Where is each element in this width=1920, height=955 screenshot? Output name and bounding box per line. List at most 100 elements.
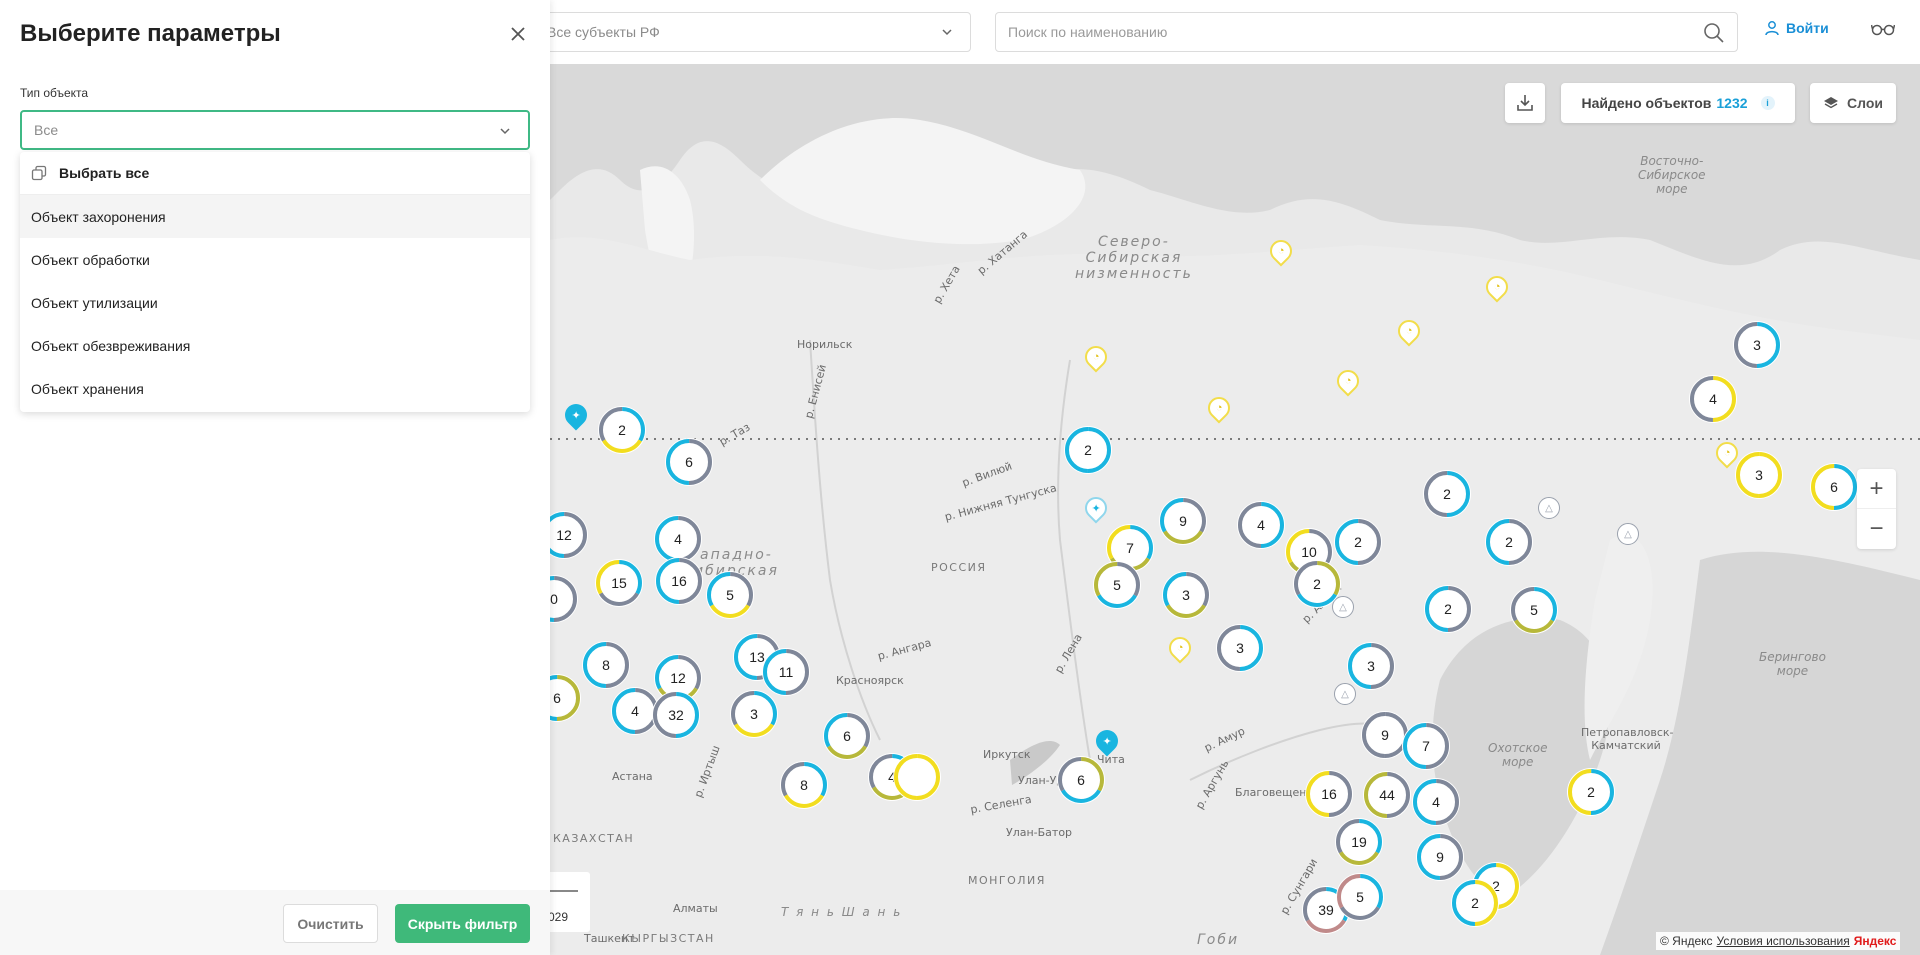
accessibility-glasses-icon[interactable] — [1871, 22, 1895, 36]
cluster[interactable]: 3 — [730, 690, 778, 738]
cluster[interactable]: 4 — [1412, 778, 1460, 826]
option-processing[interactable]: Объект обработки — [20, 238, 530, 281]
yandex-logo[interactable]: Яндекс — [1854, 934, 1897, 948]
select-all-label: Выбрать все — [59, 165, 150, 181]
chevron-down-icon — [500, 128, 510, 135]
cluster[interactable]: 2 — [1485, 518, 1533, 566]
label-east-sib-sea: Восточно- Сибирское море — [1638, 154, 1706, 196]
cluster[interactable]: 3 — [1347, 642, 1395, 690]
cluster[interactable]: 5 — [1510, 586, 1558, 634]
cluster[interactable]: 16 — [1305, 770, 1353, 818]
cluster[interactable]: 2 — [1451, 879, 1499, 927]
cluster[interactable]: 11 — [762, 648, 810, 696]
search-icon[interactable] — [1703, 22, 1725, 44]
scale-value: 029 — [548, 910, 569, 924]
object-type-select[interactable]: Все — [20, 110, 530, 150]
cluster[interactable]: 44 — [1363, 771, 1411, 819]
label-almaty: Алматы — [673, 902, 718, 915]
cluster[interactable]: 16 — [655, 557, 703, 605]
cluster[interactable]: 19 — [1335, 818, 1383, 866]
object-type-label: Тип объекта — [20, 86, 89, 100]
label-petropavlovsk: Петропавловск-Камчатский — [1581, 726, 1674, 752]
hide-filter-button[interactable]: Скрыть фильтр — [395, 904, 530, 943]
login-button[interactable]: Войти — [1764, 20, 1829, 36]
label-mongolia: МОНГОЛИЯ — [968, 874, 1046, 887]
zoom-out-button[interactable]: − — [1857, 509, 1896, 549]
cluster[interactable]: 4 — [1237, 501, 1285, 549]
cluster[interactable]: 9 — [1159, 497, 1207, 545]
map-copyright: © Яндекс Условия использования Яндекс — [1656, 932, 1901, 950]
drop-icon: ◔ — [1092, 351, 1100, 363]
label-bering: Берингово море — [1759, 650, 1826, 678]
layers-label: Слои — [1847, 95, 1883, 111]
info-icon[interactable]: i — [1760, 96, 1775, 110]
zoom-control: + − — [1857, 469, 1896, 549]
cluster[interactable]: 6 — [1057, 756, 1105, 804]
cluster[interactable]: 2 — [1423, 470, 1471, 518]
cluster[interactable]: 3 — [1733, 321, 1781, 369]
cluster[interactable]: 2 — [1567, 768, 1615, 816]
found-objects-count: 1232 — [1716, 95, 1748, 111]
region-select[interactable]: Все субъекты РФ — [540, 12, 971, 52]
option-utilization[interactable]: Объект утилизации — [20, 281, 530, 324]
cluster[interactable]: 8 — [582, 641, 630, 689]
option-neutralization[interactable]: Объект обезвреживания — [20, 324, 530, 367]
option-burial[interactable]: Объект захоронения — [20, 195, 530, 238]
cluster[interactable]: 6 — [1810, 463, 1858, 511]
drop-icon: ◔ — [1723, 447, 1731, 459]
cluster[interactable]: 6 — [823, 712, 871, 760]
warning-marker-icon[interactable]: △ — [1617, 523, 1639, 545]
cluster[interactable]: 2 — [1064, 426, 1112, 474]
download-button[interactable] — [1505, 83, 1545, 123]
drop-icon: ◔ — [1405, 325, 1413, 337]
scale-bar — [548, 890, 578, 892]
clear-button[interactable]: Очистить — [283, 904, 378, 943]
filter-panel: Выберите параметры Тип объекта Все Выбра… — [0, 0, 550, 955]
object-type-value: Все — [34, 122, 59, 138]
cluster[interactable]: 5 — [1093, 561, 1141, 609]
cluster-ring — [894, 754, 940, 800]
cluster[interactable]: 2 — [1334, 518, 1382, 566]
label-kyrgyzstan: КЫРГЫЗСТАН — [622, 932, 715, 945]
label-shan: Т я н ь Ш а н ь — [781, 905, 903, 919]
layers-icon — [1824, 97, 1838, 109]
label-irkutsk: Иркутск — [983, 748, 1031, 761]
select-all-option[interactable]: Выбрать все — [20, 152, 530, 195]
search-input[interactable] — [1008, 24, 1688, 40]
layers-button[interactable]: Слои — [1810, 83, 1896, 123]
cluster[interactable]: 5 — [1336, 873, 1384, 921]
label-astana: Астана — [612, 770, 653, 783]
login-label: Войти — [1786, 20, 1829, 36]
label-kazakhstan: КАЗАХСТАН — [553, 832, 635, 845]
warning-marker-icon[interactable]: △ — [1538, 497, 1560, 519]
close-icon[interactable] — [508, 24, 528, 44]
plant-icon: ✦ — [571, 409, 581, 422]
cluster[interactable]: 6 — [665, 438, 713, 486]
cluster[interactable]: 3 — [1216, 624, 1264, 672]
label-north-sib: Северо- Сибирская низменность — [1075, 234, 1193, 282]
cluster[interactable]: 15 — [595, 559, 643, 607]
cluster[interactable]: 2 — [1424, 585, 1472, 633]
cluster[interactable]: 2 — [1293, 560, 1341, 608]
cluster[interactable]: 4 — [654, 515, 702, 563]
cluster[interactable]: 8 — [780, 761, 828, 809]
cluster[interactable]: 9 — [1416, 833, 1464, 881]
cluster[interactable]: 4 — [1689, 375, 1737, 423]
select-all-icon — [31, 165, 47, 181]
zoom-in-button[interactable]: + — [1857, 469, 1896, 509]
cluster[interactable]: 3 — [1162, 571, 1210, 619]
cluster[interactable]: 2 — [598, 406, 646, 454]
cluster[interactable]: 7 — [1402, 722, 1450, 770]
label-krasnoyarsk: Красноярск — [836, 674, 904, 687]
cluster[interactable]: 5 — [706, 571, 754, 619]
found-objects-label: Найдено объектов — [1581, 95, 1712, 111]
download-icon — [1517, 95, 1533, 111]
option-storage[interactable]: Объект хранения — [20, 367, 530, 410]
drop-icon: ◔ — [1176, 642, 1184, 654]
found-objects-badge: Найдено объектов 1232 i — [1561, 83, 1795, 123]
cluster[interactable]: 3 — [1735, 451, 1783, 499]
cluster[interactable]: 32 — [652, 691, 700, 739]
cluster[interactable] — [893, 753, 941, 801]
terms-link[interactable]: Условия использования — [1717, 934, 1850, 948]
drop-icon: ◔ — [1493, 281, 1501, 293]
